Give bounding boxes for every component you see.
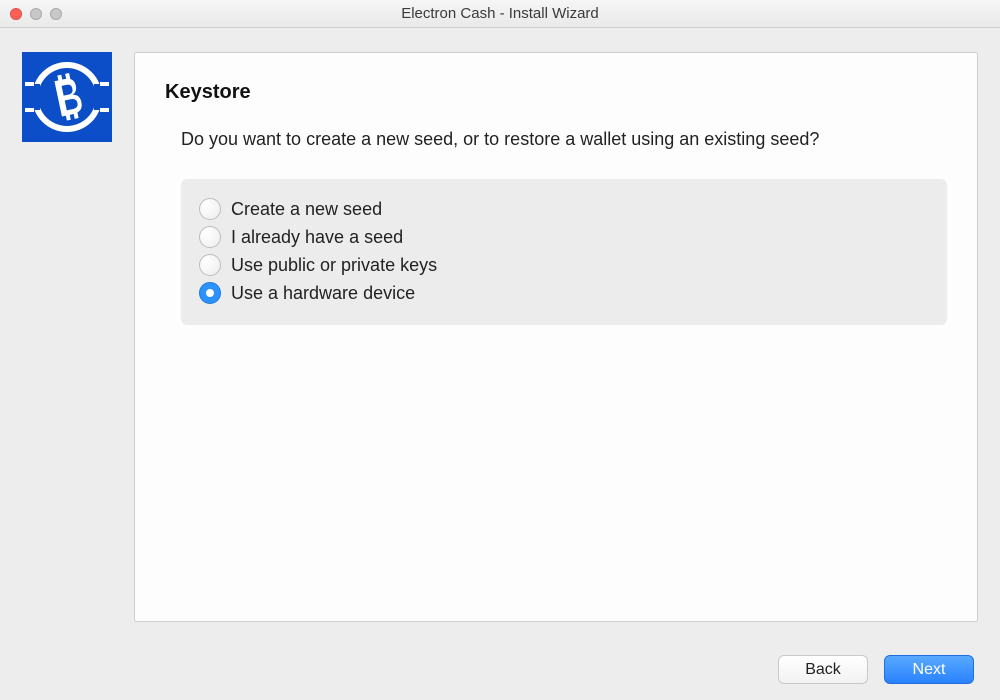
bitcoin-cash-icon xyxy=(22,52,112,142)
option-label: Use a hardware device xyxy=(231,283,415,304)
option-already-have-seed[interactable]: I already have a seed xyxy=(199,223,929,251)
radio-icon xyxy=(199,226,221,248)
options-box: Create a new seed I already have a seed … xyxy=(181,179,947,325)
zoom-button[interactable] xyxy=(50,8,62,20)
window-body: Keystore Do you want to create a new see… xyxy=(0,28,1000,700)
radio-icon xyxy=(199,198,221,220)
back-button[interactable]: Back xyxy=(778,655,868,684)
content-row: Keystore Do you want to create a new see… xyxy=(22,52,978,643)
panel-question: Do you want to create a new seed, or to … xyxy=(165,126,947,153)
wizard-panel: Keystore Do you want to create a new see… xyxy=(134,52,978,622)
window-controls xyxy=(0,8,62,20)
option-create-new-seed[interactable]: Create a new seed xyxy=(199,195,929,223)
logo-wrap xyxy=(22,52,112,142)
next-button[interactable]: Next xyxy=(884,655,974,684)
panel-heading: Keystore xyxy=(165,81,947,104)
option-label: Use public or private keys xyxy=(231,255,437,276)
radio-selected-icon xyxy=(199,282,221,304)
window-title: Electron Cash - Install Wizard xyxy=(0,5,1000,22)
radio-icon xyxy=(199,254,221,276)
option-label: I already have a seed xyxy=(231,227,403,248)
option-use-keys[interactable]: Use public or private keys xyxy=(199,251,929,279)
titlebar: Electron Cash - Install Wizard xyxy=(0,0,1000,28)
option-label: Create a new seed xyxy=(231,199,382,220)
option-use-hardware-device[interactable]: Use a hardware device xyxy=(199,279,929,307)
minimize-button[interactable] xyxy=(30,8,42,20)
button-row: Back Next xyxy=(22,643,978,684)
close-button[interactable] xyxy=(10,8,22,20)
